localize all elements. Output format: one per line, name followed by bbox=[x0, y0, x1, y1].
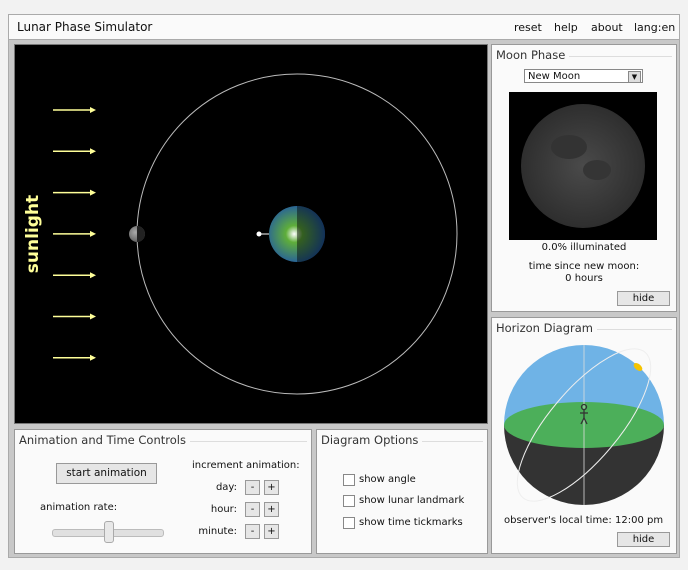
minute-label: minute: bbox=[198, 526, 237, 537]
arrow-head-icon bbox=[90, 148, 96, 155]
orbit-view[interactable]: sunlight bbox=[14, 44, 488, 424]
animation-rate-slider[interactable] bbox=[52, 521, 164, 543]
observer-figure bbox=[256, 231, 269, 237]
hide-horizon-button[interactable]: hide bbox=[617, 532, 670, 547]
increment-label: increment animation: bbox=[192, 460, 300, 471]
language-link[interactable]: lang:en bbox=[634, 21, 675, 34]
arrow-head-icon bbox=[90, 230, 96, 237]
show-angle-label: show angle bbox=[359, 474, 416, 485]
illumination-text: 0.0% illuminated bbox=[541, 242, 627, 253]
show-time-tickmarks-checkbox[interactable] bbox=[343, 517, 355, 529]
title-bar: Lunar Phase Simulator reset help about l… bbox=[9, 15, 679, 40]
moon-dark-side bbox=[137, 226, 145, 242]
moon-disk bbox=[521, 104, 645, 228]
sunlight-arrows bbox=[53, 107, 96, 361]
diagram-options-panel: Diagram Options show angle show lunar la… bbox=[316, 429, 488, 554]
show-lunar-landmark-label: show lunar landmark bbox=[359, 495, 465, 506]
time-since-new-moon-value: 0 hours bbox=[565, 273, 603, 284]
show-time-tickmarks-label: show time tickmarks bbox=[359, 517, 463, 528]
moon-phase-view bbox=[509, 92, 657, 240]
horizon-view bbox=[504, 345, 664, 505]
phase-select-value: New Moon bbox=[528, 71, 581, 82]
show-lunar-landmark-checkbox[interactable] bbox=[343, 495, 355, 507]
slider-thumb[interactable] bbox=[104, 521, 114, 543]
earth-night-side bbox=[297, 204, 327, 264]
moon-phase-panel: Moon Phase New Moon ▼ 0.0% illuminated t… bbox=[491, 44, 677, 312]
local-time-label: observer's local time: bbox=[504, 515, 612, 526]
reset-link[interactable]: reset bbox=[514, 21, 542, 34]
minute-minus-button[interactable]: - bbox=[245, 524, 260, 539]
local-time-value: 12:00 pm bbox=[615, 515, 664, 526]
day-label: day: bbox=[215, 482, 237, 493]
day-minus-button[interactable]: - bbox=[245, 480, 260, 495]
help-link[interactable]: help bbox=[554, 21, 578, 34]
arrow-head-icon bbox=[90, 272, 96, 279]
hour-minus-button[interactable]: - bbox=[245, 502, 260, 517]
horizon-diagram-title: Horizon Diagram bbox=[496, 321, 597, 335]
chevron-down-icon[interactable]: ▼ bbox=[628, 71, 641, 83]
sunlight-label: sunlight bbox=[23, 195, 43, 273]
arrow-head-icon bbox=[90, 107, 96, 113]
time-since-new-moon-label: time since new moon: bbox=[528, 261, 640, 272]
app-title: Lunar Phase Simulator bbox=[17, 20, 153, 34]
phase-select[interactable]: New Moon ▼ bbox=[524, 69, 643, 83]
horizon-diagram-panel: Horizon Diagram observer's local time: 1… bbox=[491, 317, 677, 554]
hour-label: hour: bbox=[210, 504, 237, 515]
hour-plus-button[interactable]: + bbox=[264, 502, 279, 517]
arrow-head-icon bbox=[90, 354, 96, 361]
show-angle-checkbox[interactable] bbox=[343, 474, 355, 486]
day-plus-button[interactable]: + bbox=[264, 480, 279, 495]
about-link[interactable]: about bbox=[591, 21, 623, 34]
hide-moon-phase-button[interactable]: hide bbox=[617, 291, 670, 306]
moon-phase-title: Moon Phase bbox=[496, 48, 570, 62]
animation-title: Animation and Time Controls bbox=[19, 433, 190, 447]
minute-plus-button[interactable]: + bbox=[264, 524, 279, 539]
start-animation-button[interactable]: start animation bbox=[56, 463, 157, 484]
animation-rate-label: animation rate: bbox=[40, 502, 118, 513]
diagram-options-title: Diagram Options bbox=[321, 433, 423, 447]
arrow-head-icon bbox=[90, 189, 96, 196]
animation-controls-panel: Animation and Time Controls start animat… bbox=[14, 429, 312, 554]
arrow-head-icon bbox=[90, 313, 96, 320]
